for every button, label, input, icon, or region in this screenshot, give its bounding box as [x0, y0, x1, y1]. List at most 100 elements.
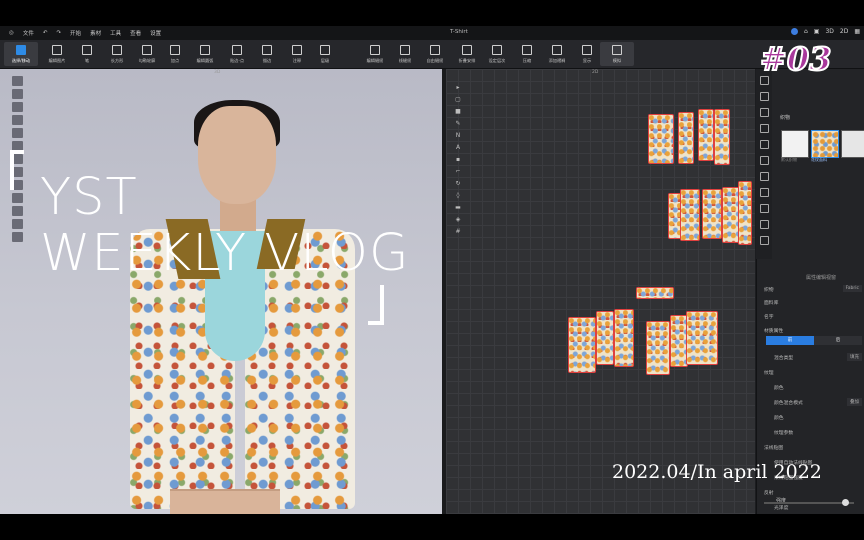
pattern-piece[interactable]	[636, 287, 674, 299]
swatch-label: 默认织物	[781, 157, 797, 162]
tool-free-sewing[interactable]: 自由缝纫	[418, 42, 452, 66]
pattern-piece[interactable]	[714, 109, 730, 165]
panel-tool-icon[interactable]	[759, 220, 769, 229]
menu-start[interactable]: 开始	[70, 29, 81, 37]
grid-icon[interactable]: ▦	[854, 28, 860, 35]
cube-icon[interactable]: ◈	[454, 216, 462, 224]
menu-settings[interactable]: 设置	[150, 29, 161, 37]
redo-icon[interactable]: ↷	[56, 30, 61, 36]
view-tool-icon[interactable]	[12, 102, 23, 112]
viewport-3d-label: 3D	[214, 70, 221, 75]
view-tool-icon[interactable]	[12, 206, 23, 216]
slider-handle[interactable]	[842, 499, 849, 506]
tool-select[interactable]: 选择/移动	[4, 42, 38, 66]
tool-outline[interactable]: 描边	[250, 42, 284, 66]
tool-fold[interactable]: 折叠安排	[450, 42, 484, 66]
prop-gloss: 光泽度	[774, 506, 789, 511]
fabric-swatch-default[interactable]	[781, 130, 809, 158]
pattern-piece[interactable]	[698, 109, 714, 161]
pattern-piece[interactable]	[680, 189, 700, 241]
text-tool-icon[interactable]: A	[454, 144, 462, 152]
tool-rectangle[interactable]: 长方形	[100, 42, 134, 66]
pattern-piece[interactable]	[614, 309, 634, 367]
tool-compress[interactable]: 压缩	[510, 42, 544, 66]
app-logo-icon: ◎	[9, 30, 14, 36]
panel-tool-icon[interactable]	[759, 92, 769, 101]
fill-icon[interactable]: ■	[454, 108, 462, 116]
panel-tool-icon[interactable]	[759, 204, 769, 213]
fabric-swatch-third[interactable]	[841, 130, 864, 158]
menu-material[interactable]: 素材	[90, 29, 101, 37]
panel-tool-icon[interactable]	[759, 140, 769, 149]
tool-layer[interactable]: 层级	[308, 42, 342, 66]
panel-tool-icon[interactable]	[759, 156, 769, 165]
rotate-icon[interactable]: ↻	[454, 180, 462, 188]
menu-tools[interactable]: 工具	[110, 29, 121, 37]
pattern-piece[interactable]	[702, 189, 722, 239]
prop-blend-value[interactable]: 填充	[847, 353, 862, 361]
tool-edit-image[interactable]: 编辑图片	[40, 42, 74, 66]
layout-icon[interactable]: ▣	[814, 28, 820, 35]
tool-edit-sewing[interactable]: 编辑缝纫	[358, 42, 392, 66]
prop-normal-map[interactable]: 法线贴图	[764, 444, 783, 451]
prop-reflection[interactable]: 反射	[764, 489, 774, 496]
tool-edit-curve[interactable]: 编辑圆弧	[188, 42, 222, 66]
tool-pleat[interactable]: 添加褶裥	[540, 42, 574, 66]
corner-icon[interactable]: ⌐	[454, 168, 462, 176]
line-icon[interactable]: ▬	[454, 204, 462, 212]
n-tool-icon[interactable]: N	[454, 132, 462, 140]
pattern-piece[interactable]	[686, 311, 718, 365]
pattern-piece[interactable]	[596, 311, 614, 365]
cursor-icon[interactable]: ▸	[454, 84, 462, 92]
tab-back[interactable]: 后	[814, 336, 862, 345]
view-tool-icon[interactable]	[12, 89, 23, 99]
prop-texture[interactable]: 纹理	[764, 369, 774, 376]
pattern-piece[interactable]	[648, 114, 674, 164]
tool-layering[interactable]: 设定层次	[480, 42, 514, 66]
undo-icon[interactable]: ↶	[43, 30, 48, 36]
prop-color-blend-value[interactable]: 叠加	[847, 398, 862, 406]
pattern-piece[interactable]	[568, 317, 596, 373]
prop-color-2[interactable]: 颜色	[774, 414, 784, 421]
tool-binding[interactable]: 贴边-点	[220, 42, 254, 66]
prop-material[interactable]: 材质属性	[764, 327, 783, 334]
pattern-piece[interactable]	[678, 112, 694, 164]
home-icon[interactable]: ⌂	[804, 28, 808, 35]
menu-view[interactable]: 查看	[130, 29, 141, 37]
view-tool-icon[interactable]	[12, 232, 23, 242]
tab-front[interactable]: 前	[766, 336, 814, 345]
view-tool-icon[interactable]	[12, 193, 23, 203]
tool-pen[interactable]: 笔	[70, 42, 104, 66]
menu-file[interactable]: 文件	[23, 29, 34, 37]
layering-icon	[492, 45, 502, 55]
panel-tool-icon[interactable]	[759, 236, 769, 245]
panel-tool-icon[interactable]	[759, 108, 769, 117]
view-3d-button[interactable]: 3D	[825, 28, 833, 35]
side-tabs: 前 后	[766, 336, 862, 345]
panel-tool-icon[interactable]	[759, 172, 769, 181]
view-tool-icon[interactable]	[12, 219, 23, 229]
viewport-2d[interactable]	[446, 69, 755, 514]
shield-icon[interactable]: ◊	[454, 192, 462, 200]
panel-tool-icon[interactable]	[759, 188, 769, 197]
panel-tool-icon[interactable]	[759, 124, 769, 133]
prop-texture-params[interactable]: 纹理参数	[774, 429, 793, 436]
view-2d-button[interactable]: 2D	[840, 28, 848, 35]
pattern-piece[interactable]	[738, 181, 752, 245]
pattern-piece[interactable]	[646, 321, 670, 375]
number-icon[interactable]: #	[454, 228, 462, 236]
tool-simulate[interactable]: 模拟	[600, 42, 634, 66]
tool-line-sewing[interactable]: 线缝纫	[388, 42, 422, 66]
square-icon[interactable]: ▪	[454, 156, 462, 164]
tool-add-point[interactable]: 加点	[158, 42, 192, 66]
pen-icon[interactable]: ✎	[454, 120, 462, 128]
strength-slider[interactable]	[764, 499, 854, 506]
prop-fabric-value[interactable]: Fabric	[842, 285, 862, 292]
view-tool-icon[interactable]	[12, 115, 23, 125]
view-tool-icon[interactable]	[12, 128, 23, 138]
notification-icon[interactable]	[790, 28, 798, 35]
fabric-swatch-floral[interactable]	[811, 130, 839, 158]
tool-display[interactable]: 显示	[570, 42, 604, 66]
transform-icon[interactable]: ▢	[454, 96, 462, 104]
view-tool-icon[interactable]	[12, 76, 23, 86]
